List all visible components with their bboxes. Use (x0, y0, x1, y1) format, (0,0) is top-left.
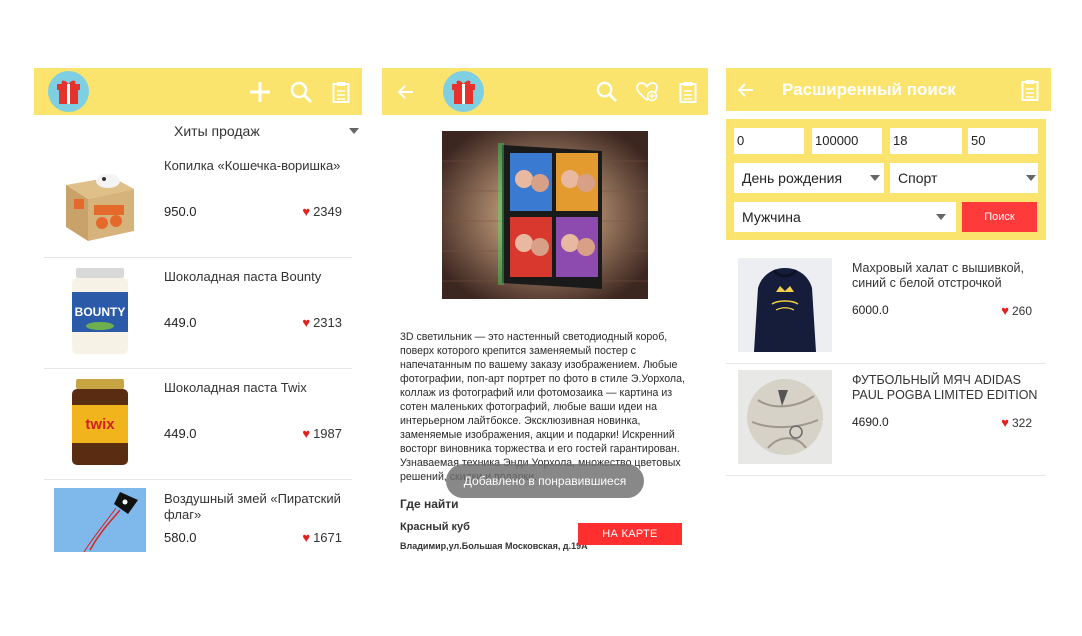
result-item[interactable]: ФУТБОЛЬНЫЙ МЯЧ ADIDAS PAUL POGBA LIMITED… (726, 364, 1046, 476)
back-arrow-icon[interactable] (396, 68, 416, 115)
likes-count: 1987 (313, 426, 342, 441)
likes-count: 1671 (313, 530, 342, 545)
interest-select[interactable]: Спорт (890, 163, 1038, 193)
heart-icon: ♥ (1001, 415, 1009, 430)
bathrobe-image (738, 258, 832, 352)
twix-jar-image: twix (54, 377, 146, 469)
product-name: Шоколадная паста Bounty (164, 269, 322, 284)
screen-advanced-search: Расширенный поиск 0 100000 18 50 День ро… (726, 68, 1051, 498)
page-title: Расширенный поиск (782, 80, 956, 99)
product-description: 3D светильник — это настенный светодиодн… (400, 331, 685, 483)
product-price: 580.0 (164, 530, 197, 545)
on-map-button[interactable]: НА КАРТЕ (578, 523, 682, 545)
gift-logo-icon[interactable] (48, 71, 89, 112)
dropdown-arrow-icon (870, 175, 880, 181)
plus-icon[interactable] (247, 68, 273, 115)
screen-product-detail: 3D светильник — это настенный светодиодн… (382, 68, 708, 552)
gender-select[interactable]: Мужчина (734, 202, 956, 232)
search-icon[interactable] (594, 68, 618, 115)
product-name: ФУТБОЛЬНЫЙ МЯЧ ADIDAS PAUL POGBA LIMITED… (852, 373, 1038, 402)
gender-value: Мужчина (742, 209, 801, 225)
price-to-input[interactable]: 100000 (812, 128, 882, 154)
product-price: 4690.0 (852, 415, 889, 429)
back-arrow-icon[interactable] (736, 68, 756, 111)
app-bar: Расширенный поиск (726, 68, 1051, 111)
likes-count: 2313 (313, 315, 342, 330)
shop-address: Владимир,ул.Большая Московская, д.19А (400, 541, 588, 551)
likes-counter[interactable]: ♥ 322 (1001, 415, 1032, 430)
clipboard-icon[interactable] (1020, 68, 1040, 111)
likes-count: 260 (1011, 303, 1032, 318)
sort-label: Хиты продаж (174, 123, 260, 139)
interest-value: Спорт (898, 170, 938, 186)
occasion-select[interactable]: День рождения (734, 163, 884, 193)
likes-counter[interactable]: ♥ 2313 (302, 315, 342, 330)
product-name: Махровый халат с вышивкой, синий с белой… (852, 261, 1024, 290)
likes-counter[interactable]: ♥ 1987 (302, 426, 342, 441)
product-image-lightbox (442, 131, 648, 299)
product-item[interactable]: twix Шоколадная паста Twix 449.0 ♥ 1987 (44, 369, 352, 480)
age-from-input[interactable]: 18 (890, 128, 962, 154)
shop-name: Красный куб (400, 521, 470, 533)
age-to-input[interactable]: 50 (968, 128, 1038, 154)
twix-label: twix (85, 416, 115, 433)
dropdown-arrow-icon (349, 128, 359, 134)
product-item[interactable]: Копилка «Кошечка-воришка» 950.0 ♥ 2349 (44, 147, 352, 258)
pirate-kite-image (54, 488, 146, 552)
product-price: 6000.0 (852, 303, 889, 317)
likes-count: 322 (1011, 415, 1032, 430)
search-icon[interactable] (288, 68, 314, 115)
occasion-value: День рождения (742, 170, 843, 186)
football-image (738, 370, 832, 464)
dropdown-arrow-icon (936, 214, 946, 220)
where-to-find-title: Где найти (400, 497, 459, 511)
price-from-input[interactable]: 0 (734, 128, 804, 154)
heart-icon: ♥ (1001, 303, 1009, 318)
search-filters-panel: 0 100000 18 50 День рождения Спорт Мужчи… (726, 119, 1046, 240)
result-item[interactable]: Махровый халат с вышивкой, синий с белой… (726, 252, 1046, 364)
app-bar (34, 68, 362, 115)
heart-icon: ♥ (302, 530, 311, 545)
clipboard-icon[interactable] (330, 68, 352, 115)
clipboard-icon[interactable] (678, 68, 698, 115)
app-bar (382, 68, 708, 115)
heart-icon: ♥ (302, 315, 311, 330)
bounty-jar-image: BOUNTY (54, 266, 146, 358)
gift-logo-icon[interactable] (443, 71, 484, 112)
product-price: 449.0 (164, 426, 197, 441)
cat-bank-image (54, 155, 146, 247)
product-name: Воздушный змей «Пиратский флаг» (164, 491, 341, 522)
bounty-label: BOUNTY (75, 305, 126, 319)
product-name: Копилка «Кошечка-воришка» (164, 158, 341, 173)
product-name: Шоколадная паста Twix (164, 380, 307, 395)
likes-count: 2349 (313, 204, 342, 219)
product-item[interactable]: BOUNTY Шоколадная паста Bounty 449.0 ♥ 2… (44, 258, 352, 369)
product-price: 950.0 (164, 204, 197, 219)
search-button[interactable]: Поиск (962, 202, 1037, 232)
product-item[interactable]: Воздушный змей «Пиратский флаг» 580.0 ♥ … (44, 480, 352, 552)
likes-counter[interactable]: ♥ 1671 (302, 530, 342, 545)
sort-dropdown[interactable]: Хиты продаж (34, 123, 362, 143)
heart-icon: ♥ (302, 426, 311, 441)
likes-counter[interactable]: ♥ 2349 (302, 204, 342, 219)
heart-plus-icon[interactable] (634, 68, 660, 115)
toast-notification: Добавлено в понравившиеся (446, 464, 644, 498)
screen-hits: Хиты продаж Копилка «Кошечка-воришка» 95… (34, 68, 362, 552)
product-price: 449.0 (164, 315, 197, 330)
heart-icon: ♥ (302, 204, 311, 219)
dropdown-arrow-icon (1026, 175, 1036, 181)
likes-counter[interactable]: ♥ 260 (1001, 303, 1032, 318)
